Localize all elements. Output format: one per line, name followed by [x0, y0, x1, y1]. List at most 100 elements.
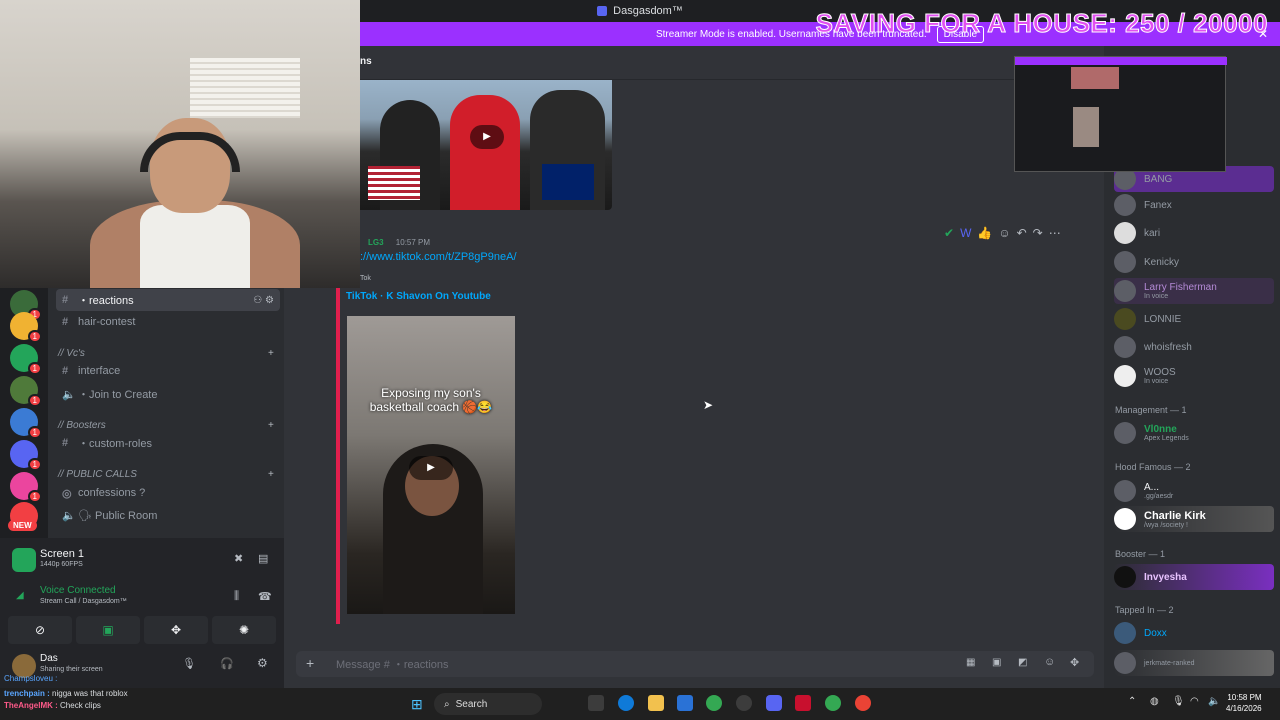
message-composer[interactable]: + Message # ・reactions ▦ ▣ ◩ ☺ ✥ — [296, 651, 1094, 677]
member-item[interactable]: Larry Fisherman In voice — [1114, 278, 1274, 304]
w-reaction-icon[interactable]: W — [960, 226, 971, 240]
stop-stream-icon[interactable]: ✖ — [234, 552, 243, 565]
server-icon[interactable]: 1 — [10, 472, 42, 503]
screen-share-icon — [12, 548, 36, 572]
channel-confessions[interactable]: ◎ confessions ? — [56, 482, 280, 504]
popout-icon[interactable]: ▤ — [258, 552, 268, 565]
search-label: Search — [455, 698, 488, 710]
channel-custom-roles[interactable]: # ・custom-roles — [56, 432, 280, 454]
camera-off-icon[interactable]: ⊘ — [8, 616, 72, 644]
member-item[interactable]: A... .gg/aesdr — [1114, 478, 1274, 504]
play-icon[interactable]: ▶ — [470, 125, 504, 149]
image-embed[interactable]: ▶ — [360, 80, 612, 210]
member-item[interactable]: WOOS In voice — [1114, 363, 1274, 389]
member-item[interactable]: kari — [1114, 220, 1274, 246]
member-name: Larry Fisherman — [1144, 282, 1217, 293]
author-name[interactable]: LG3 — [368, 238, 384, 247]
tray-chevron-icon[interactable]: ⌃ — [1128, 696, 1136, 707]
chat-user: Champsloveu : — [4, 674, 58, 683]
adobe-icon[interactable] — [795, 695, 811, 711]
channel-interface[interactable]: # interface — [56, 360, 280, 382]
reply-icon[interactable]: ↶ — [1017, 226, 1027, 240]
message-link[interactable]: ://www.tiktok.com/t/ZP8gP9neA/ — [360, 251, 517, 263]
category-vcs[interactable]: // Vc's + — [58, 348, 274, 359]
member-item[interactable]: Doxx — [1114, 620, 1274, 646]
chat-overlay-line: TheAngelMK : Check clips — [4, 700, 128, 712]
emoji-icon[interactable]: ☺ — [1044, 656, 1055, 668]
stream-quality: 1440p 60FPS — [40, 561, 83, 568]
member-item[interactable]: Invyesha — [1114, 564, 1274, 590]
stream-preview-thumbnail[interactable] — [1014, 56, 1227, 172]
member-item[interactable]: Fanex — [1114, 192, 1274, 218]
forward-icon[interactable]: ↷ — [1033, 226, 1043, 240]
chrome-icon[interactable] — [855, 695, 871, 711]
call-location[interactable]: Stream Call / Dasgasdom™ — [40, 598, 127, 605]
add-channel-icon[interactable]: + — [268, 469, 274, 480]
volume-icon[interactable]: 🔈 — [1208, 696, 1220, 707]
add-attachment-icon[interactable]: + — [306, 655, 314, 671]
play-icon[interactable]: ▶ — [409, 456, 453, 480]
text-channel-icon: # — [62, 365, 69, 377]
text-channel-icon: # — [62, 294, 69, 306]
video-thumbnail[interactable]: Exposing my son's basketball coach 🏀😂 ▶ — [347, 316, 515, 614]
member-item[interactable]: Kenicky — [1114, 249, 1274, 275]
server-icon[interactable]: 1 — [10, 312, 42, 343]
more-icon[interactable]: ⋯ — [1049, 226, 1061, 240]
noise-suppression-icon[interactable]: ⫼ — [234, 590, 239, 603]
member-item[interactable]: whoisfresh — [1114, 334, 1274, 360]
member-activity: .gg/aesdr — [1144, 493, 1174, 500]
category-label: // Boosters — [58, 420, 106, 431]
notification-badge: 1 — [27, 490, 42, 503]
category-public-calls[interactable]: // PUBLIC CALLS + — [58, 469, 274, 480]
member-item[interactable]: Charlie Kirk/wya /society ! — [1114, 506, 1274, 532]
avatar — [1114, 336, 1136, 358]
task-view-icon[interactable] — [588, 695, 604, 711]
activities-icon[interactable]: ✥ — [144, 616, 208, 644]
channel-public-room[interactable]: 🔈 🗣 Public Room — [56, 504, 280, 526]
add-reaction-icon[interactable]: ☺ — [998, 226, 1010, 240]
server-icon[interactable]: 1 — [10, 376, 42, 407]
server-icon[interactable]: 1 — [10, 408, 42, 439]
gif-icon[interactable]: ▣ — [992, 657, 1001, 668]
member-item[interactable]: LONNIE — [1114, 306, 1274, 332]
add-channel-icon[interactable]: + — [268, 348, 274, 359]
member-item[interactable]: Vl0nne Apex Legends — [1114, 420, 1274, 446]
wifi-icon[interactable]: ◠ — [1190, 696, 1199, 707]
checkmark-reaction-icon[interactable]: ✔ — [944, 226, 954, 240]
discord-icon[interactable] — [766, 695, 782, 711]
disconnect-icon[interactable]: ☎ — [258, 590, 272, 603]
windows-start-icon[interactable]: ⊞ — [411, 696, 423, 713]
edge-icon[interactable] — [618, 695, 634, 711]
chrome-icon[interactable] — [825, 695, 841, 711]
thumbs-up-icon[interactable]: 👍 — [977, 226, 992, 240]
invite-settings-icon[interactable]: ⚇ ⚙ — [253, 295, 274, 306]
channel-join-to-create[interactable]: 🔈 ・Join to Create — [56, 383, 280, 405]
soundboard-icon[interactable]: ✺ — [212, 616, 276, 644]
channel-hair-contest[interactable]: # hair-contest — [56, 311, 280, 333]
microphone-icon[interactable]: 🎙 — [1172, 696, 1185, 707]
headphones-icon[interactable]: 🎧 — [220, 657, 234, 670]
taskbar-clock[interactable]: 10:58 PM 4/16/2026 — [1226, 692, 1262, 714]
chat-overlay-line: Champsloveu : — [4, 674, 57, 683]
server-icon[interactable]: 1 — [10, 440, 42, 471]
channel-reactions[interactable]: # ・reactions ⚇ ⚙ — [56, 289, 280, 311]
store-icon[interactable] — [677, 695, 693, 711]
file-explorer-icon[interactable] — [648, 695, 664, 711]
category-boosters[interactable]: // Boosters + — [58, 420, 274, 431]
embed-title[interactable]: TikTok · K Shavon On Youtube — [346, 291, 491, 302]
network-icon[interactable]: ◍ — [1150, 696, 1159, 707]
screen-share-button[interactable]: ▣ — [76, 616, 140, 644]
chrome-icon[interactable] — [706, 695, 722, 711]
gift-icon[interactable]: ▦ — [966, 657, 975, 668]
voice-connected-label[interactable]: Voice Connected — [40, 585, 116, 596]
sticker-icon[interactable]: ◩ — [1018, 657, 1027, 668]
member-item[interactable]: jerkmate-ranked — [1114, 650, 1274, 676]
member-name: Doxx — [1144, 627, 1167, 639]
obs-icon[interactable] — [736, 695, 752, 711]
add-channel-icon[interactable]: + — [268, 420, 274, 431]
apps-icon[interactable]: ✥ — [1070, 656, 1079, 669]
taskbar-search[interactable]: ⌕ Search — [434, 693, 542, 715]
microphone-icon[interactable]: 🎙 — [182, 657, 196, 670]
server-icon[interactable]: 1 — [10, 344, 42, 375]
gear-icon[interactable]: ⚙ — [257, 656, 268, 670]
